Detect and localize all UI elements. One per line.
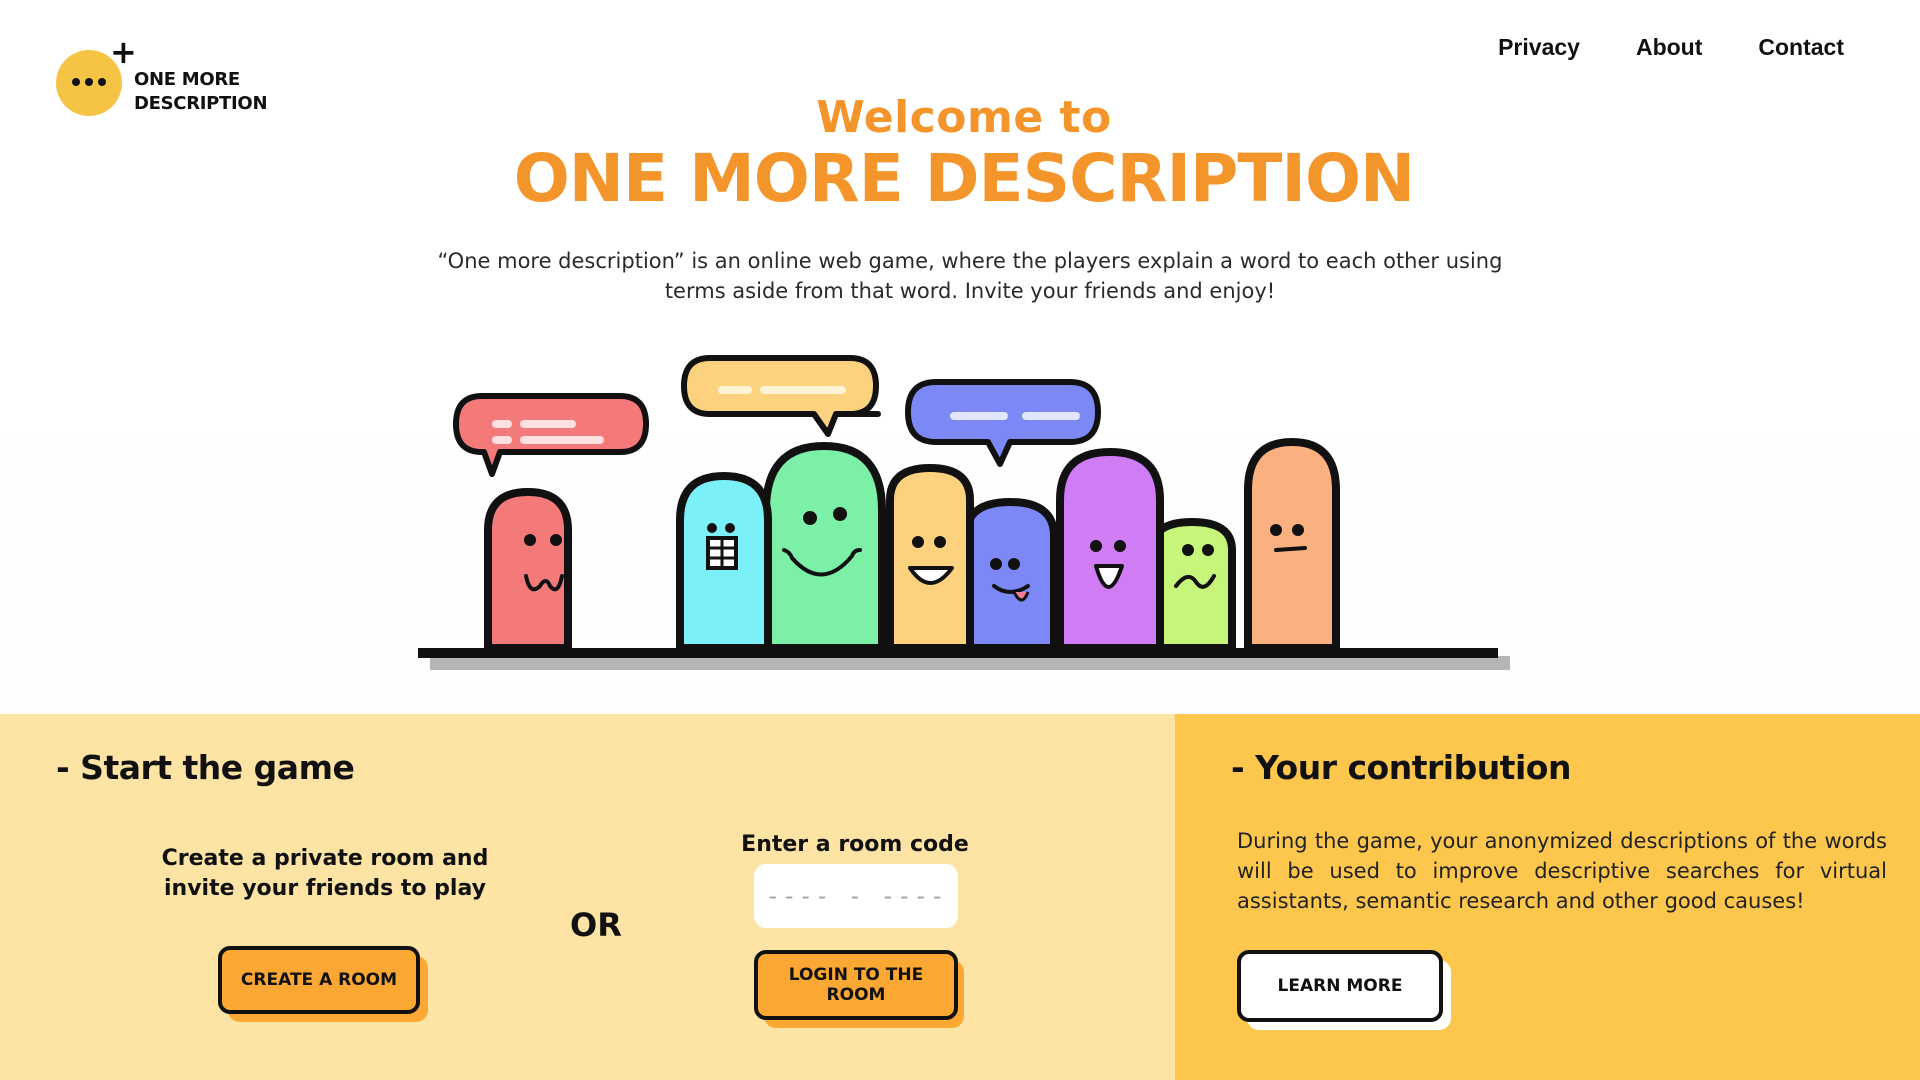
create-room-line-2: invite your friends to play — [164, 876, 486, 901]
room-code-input[interactable] — [754, 864, 958, 928]
welcome-heading: Welcome to — [816, 92, 1112, 143]
speech-bubble-red-icon — [453, 393, 649, 477]
learn-more-button-wrap: LEARN MORE — [1237, 950, 1457, 1030]
nav-privacy[interactable]: Privacy — [1498, 34, 1580, 61]
contribution-title: - Your contribution — [1231, 748, 1571, 787]
nav-about[interactable]: About — [1636, 34, 1702, 61]
speech-bubble-yellow-icon — [681, 355, 881, 437]
start-game-panel: - Start the game Create a private room a… — [0, 714, 1175, 1080]
nav-contact[interactable]: Contact — [1758, 34, 1844, 61]
or-separator: OR — [570, 906, 622, 944]
start-game-title: - Start the game — [56, 748, 355, 787]
create-room-line-1: Create a private room and — [161, 846, 489, 871]
shelf-shadow — [430, 656, 1510, 670]
top-nav: Privacy About Contact — [1498, 34, 1844, 61]
character-cyan — [676, 471, 772, 652]
characters-illustration — [418, 355, 1510, 670]
character-purple — [1056, 447, 1164, 652]
create-room-description: Create a private room and invite your fr… — [150, 844, 500, 904]
plus-icon: + — [110, 33, 137, 71]
create-room-button-wrap: CREATE A ROOM — [218, 946, 428, 1022]
contribution-panel: - Your contribution During the game, you… — [1175, 714, 1920, 1080]
contribution-text: During the game, your anonymized descrip… — [1237, 829, 1887, 913]
ellipsis-icon — [72, 78, 108, 88]
speech-bubble-blue-icon — [905, 379, 1101, 467]
logo-line-1: ONE MORE — [134, 69, 240, 90]
hero-description: “One more description” is an online web … — [437, 249, 1503, 303]
room-code-label: Enter a room code — [741, 832, 969, 857]
character-orange — [1244, 437, 1340, 652]
create-room-button[interactable]: CREATE A ROOM — [218, 946, 420, 1014]
login-room-button[interactable]: LOGIN TO THE ROOM — [754, 950, 958, 1020]
character-yellow — [886, 463, 974, 652]
character-green — [762, 441, 886, 652]
learn-more-button[interactable]: LEARN MORE — [1237, 950, 1443, 1022]
login-room-button-wrap: LOGIN TO THE ROOM — [754, 950, 970, 1028]
page-title: ONE MORE DESCRIPTION — [513, 140, 1416, 217]
character-blue — [962, 497, 1058, 652]
character-red — [484, 487, 572, 652]
